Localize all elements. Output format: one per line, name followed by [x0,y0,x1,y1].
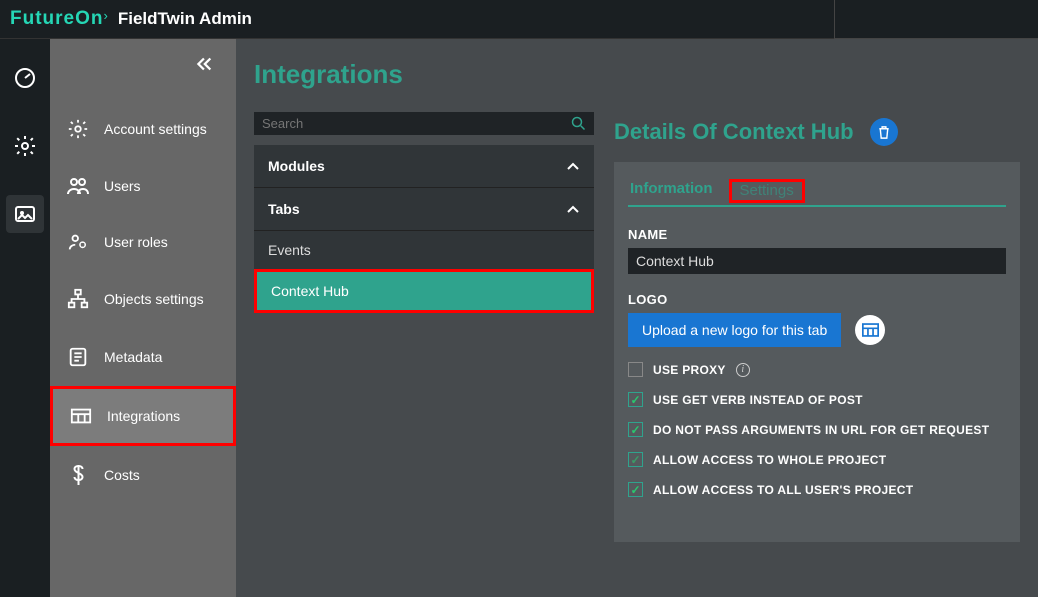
sidebar-item-label: User roles [104,234,168,250]
metadata-icon [66,346,90,368]
checkmark-icon: ✓ [630,393,640,407]
check-use-get[interactable]: ✓ USE GET VERB INSTEAD OF POST [628,392,1006,407]
list-item-label: Events [268,242,311,258]
check-label: USE GET VERB INSTEAD OF POST [653,393,863,407]
check-label: DO NOT PASS ARGUMENTS IN URL FOR GET REQ… [653,423,989,437]
dollar-icon [66,464,90,486]
details-panel: Details Of Context Hub Information Setti… [614,112,1020,597]
sidebar-item-label: Integrations [107,408,180,424]
search-icon[interactable] [571,116,586,131]
sidebar-item-users[interactable]: Users [50,158,236,214]
gear-icon [66,118,90,140]
accordion-label: Tabs [268,201,300,217]
check-use-proxy[interactable]: USE PROXY i [628,362,1006,377]
accordion-tabs[interactable]: Tabs [254,188,594,231]
brand-right-text: FieldTwin Admin [118,9,252,29]
integrations-list-panel: Modules Tabs Events Context Hub [254,112,594,597]
info-icon[interactable]: i [736,363,750,377]
user-roles-icon [66,232,90,252]
sidebar-item-metadata[interactable]: Metadata [50,328,236,386]
checkmark-icon: ✓ [630,423,640,437]
sidebar-item-label: Users [104,178,141,194]
details-title: Details Of Context Hub [614,119,854,145]
chevron-up-icon [566,204,580,214]
delete-button[interactable] [870,118,898,146]
tab-settings[interactable]: Settings [738,178,796,207]
brand-caret-icon: › [104,8,108,23]
accordion-label: Modules [268,158,325,174]
integrations-icon [69,407,93,425]
accordion-modules[interactable]: Modules [254,145,594,188]
name-label: NAME [628,227,1006,242]
list-item-label: Context Hub [271,283,349,299]
detail-tabs: Information Settings [628,176,1006,207]
list-item-events[interactable]: Events [254,231,594,269]
sidebar-item-objects-settings[interactable]: Objects settings [50,270,236,328]
rail-library-icon[interactable] [6,195,44,233]
checkbox-icon[interactable]: ✓ [628,452,643,467]
upload-logo-button[interactable]: Upload a new logo for this tab [628,313,841,347]
sidebar-item-integrations[interactable]: Integrations [53,389,233,443]
current-logo-icon [855,315,885,345]
highlight-context-hub: Context Hub [254,269,594,313]
search-box[interactable] [254,112,594,135]
sidebar-item-label: Costs [104,467,140,483]
collapse-sidebar-icon[interactable] [192,53,214,75]
checkbox-icon[interactable]: ✓ [628,392,643,407]
sidebar-item-label: Objects settings [104,291,204,307]
tab-information[interactable]: Information [628,176,715,205]
list-item-context-hub[interactable]: Context Hub [257,272,591,310]
brand-logo: FutureOn› [10,8,108,30]
top-bar: FutureOn› FieldTwin Admin [0,0,1038,39]
logo-label: LOGO [628,292,1006,307]
content-area: Integrations Modules Tabs [236,39,1038,597]
users-icon [66,176,90,196]
rail-settings-icon[interactable] [6,127,44,165]
objects-icon [66,288,90,310]
checkbox-icon[interactable]: ✓ [628,422,643,437]
sidebar-item-user-roles[interactable]: User roles [50,214,236,270]
check-no-args[interactable]: ✓ DO NOT PASS ARGUMENTS IN URL FOR GET R… [628,422,1006,437]
checkbox-icon[interactable]: ✓ [628,482,643,497]
page-title: Integrations [254,59,1020,90]
sidebar-item-costs[interactable]: Costs [50,446,236,504]
sidebar-item-label: Account settings [104,121,207,137]
checkbox-icon[interactable] [628,362,643,377]
chevron-up-icon [566,161,580,171]
check-label: ALLOW ACCESS TO WHOLE PROJECT [653,453,886,467]
check-all-users[interactable]: ✓ ALLOW ACCESS TO ALL USER'S PROJECT [628,482,1006,497]
sidebar-item-account-settings[interactable]: Account settings [50,100,236,158]
search-input[interactable] [262,116,571,131]
trash-icon [877,125,891,140]
icon-rail [0,39,50,597]
topbar-right-box [834,0,1038,39]
rail-dashboard-icon[interactable] [6,59,44,97]
name-input[interactable] [628,248,1006,274]
checkmark-icon: ✓ [630,483,640,497]
checkmark-icon: ✓ [630,453,640,467]
highlight-integrations: Integrations [50,386,236,446]
brand-left-text: FutureOn [10,8,104,29]
highlight-settings-tab: Settings [729,179,805,203]
sidebar: Account settings Users User roles Object… [50,39,236,597]
sidebar-item-label: Metadata [104,349,162,365]
check-whole-project[interactable]: ✓ ALLOW ACCESS TO WHOLE PROJECT [628,452,1006,467]
check-label: ALLOW ACCESS TO ALL USER'S PROJECT [653,483,913,497]
check-label: USE PROXY [653,363,726,377]
